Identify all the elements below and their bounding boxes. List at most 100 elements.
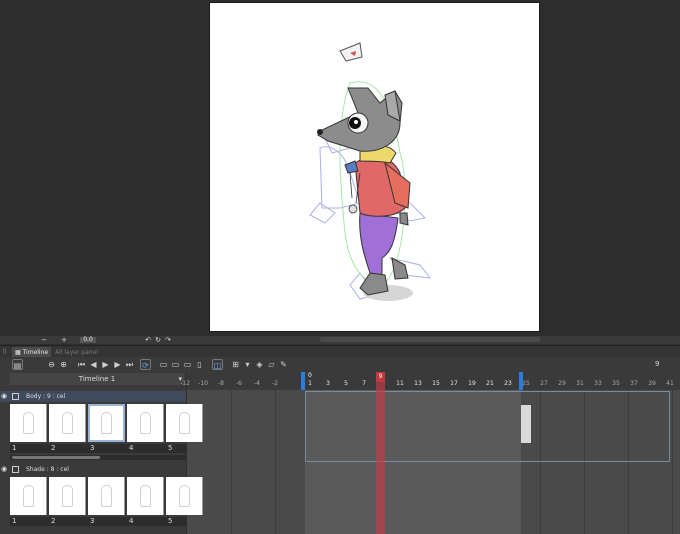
thumbnail-frame[interactable] — [166, 404, 203, 442]
onion-skin-icon[interactable]: ◫ — [212, 359, 223, 370]
clear-cel-icon[interactable]: ▯ — [194, 359, 205, 370]
ruler-tick-label: 35 — [612, 380, 620, 387]
thumbnail-number: 4 — [129, 517, 134, 525]
thumbnail-frame[interactable] — [49, 477, 86, 515]
next-frame-icon[interactable]: ▶ — [112, 359, 123, 370]
prev-frame-icon[interactable]: ◀ — [88, 359, 99, 370]
rotate-left-icon[interactable]: ↶ — [144, 336, 152, 344]
thumbnail-frame[interactable] — [88, 477, 125, 515]
thumbnail-frame[interactable] — [10, 477, 47, 515]
timeline-menu-icon[interactable]: ▤ — [12, 359, 23, 370]
layer-folder-icon — [12, 466, 19, 473]
visibility-eye-icon[interactable]: ◉ — [1, 391, 9, 402]
timeline-name: Timeline 1 — [78, 375, 116, 383]
character-sketch-icon — [101, 485, 112, 507]
ruler-tick-label: -10 — [198, 380, 208, 387]
thumbnail-strip-shade[interactable] — [10, 477, 203, 517]
ruler-tick-label: 15 — [432, 380, 440, 387]
ruler-tick-label: 11 — [396, 380, 404, 387]
start-frame-label: 0 — [308, 372, 312, 379]
range-start-marker[interactable] — [301, 372, 305, 390]
last-frame-icon[interactable]: ⏭ — [124, 359, 135, 370]
drawing-canvas[interactable] — [209, 2, 540, 332]
timeline-selector[interactable]: Timeline 1 ▾ — [10, 373, 184, 385]
current-frame-display: 9 — [655, 360, 660, 368]
ruler-tick-label: 25 — [522, 380, 530, 387]
range-end-marker[interactable] — [519, 372, 523, 390]
visibility-eye-icon[interactable]: ◉ — [1, 464, 9, 475]
ruler-tick-label: 39 — [648, 380, 656, 387]
assign-cel-icon[interactable]: ▭ — [182, 359, 193, 370]
character-sketch-icon — [62, 412, 73, 434]
ruler-tick-label: 13 — [414, 380, 422, 387]
gridline — [672, 390, 673, 534]
zoom-plus-button[interactable]: + — [60, 336, 68, 344]
character-sketch-icon — [23, 412, 34, 434]
first-frame-icon[interactable]: ⏮ — [76, 359, 87, 370]
thumbnail-number: 1 — [12, 444, 17, 452]
rotate-right-icon[interactable]: ↷ — [164, 336, 172, 344]
thumbnail-frame[interactable] — [88, 404, 125, 442]
ruler-tick-label: 29 — [558, 380, 566, 387]
light-table-icon[interactable]: ⊞ — [230, 359, 241, 370]
ruler-tick-label: 31 — [576, 380, 584, 387]
keyframe-icon[interactable]: ◈ — [254, 359, 265, 370]
panel-tab-bar: ▦ Timeline All layer panel ⠿ — [0, 345, 680, 358]
pen-icon[interactable]: ✎ — [278, 359, 289, 370]
playhead[interactable] — [376, 372, 385, 534]
timeline-tab-icon: ▦ — [15, 349, 23, 356]
track-header-body[interactable]: ◉ Body : 9 : cel — [0, 391, 186, 402]
track-name: Body : 9 : cel — [26, 393, 66, 400]
thumbnail-frame[interactable] — [10, 404, 47, 442]
ruler-tick-label: 7 — [362, 380, 366, 387]
play-icon[interactable]: ▶ — [100, 359, 111, 370]
thumbnail-number: 3 — [90, 517, 95, 525]
character-sketch-icon — [179, 485, 190, 507]
thumbnail-number: 2 — [51, 444, 56, 452]
track-header-shade[interactable]: ◉ Shade : 8 : cel — [0, 464, 186, 475]
canvas-area[interactable] — [0, 0, 680, 338]
playhead-frame-label[interactable]: 9 — [376, 372, 385, 382]
thumbnail-frame[interactable] — [166, 477, 203, 515]
zoom-minus-button[interactable]: − — [40, 336, 48, 344]
thumbnail-strip-body[interactable] — [10, 404, 203, 444]
selection-outline — [305, 391, 670, 462]
ruler-tick-label: 1 — [308, 380, 312, 387]
shape-icon[interactable]: ▱ — [266, 359, 277, 370]
ruler-tick-label: -12 — [180, 380, 190, 387]
new-cel2-icon[interactable]: ▭ — [170, 359, 181, 370]
thumbnail-number: 3 — [90, 444, 95, 452]
thumbnail-frame[interactable] — [49, 404, 86, 442]
ruler-tick-label: 33 — [594, 380, 602, 387]
loop-icon[interactable]: ⟳ — [140, 359, 151, 370]
ruler-tick-label: 17 — [450, 380, 458, 387]
zoom-in-icon[interactable]: ⊕ — [58, 359, 69, 370]
thumbnail-numbers-body: 1 2 3 4 5 — [10, 444, 186, 453]
track-name: Shade : 8 : cel — [26, 466, 69, 473]
character-sketch-icon — [62, 485, 73, 507]
zoom-value[interactable]: 0.0 — [80, 337, 96, 343]
rotate-reset-icon[interactable]: ↻ — [154, 336, 162, 344]
zoom-out-icon[interactable]: ⊖ — [46, 359, 57, 370]
character-sketch-icon — [101, 412, 112, 434]
thumbnail-frame[interactable] — [127, 477, 164, 515]
ruler-tick-label: 3 — [326, 380, 330, 387]
new-cel-icon[interactable]: ▭ — [158, 359, 169, 370]
thumbnail-number: 4 — [129, 444, 134, 452]
character-sketch-icon — [140, 412, 151, 434]
ruler-tick-label: 19 — [468, 380, 476, 387]
ruler-tick-label: -6 — [236, 380, 242, 387]
canvas-horizontal-scrollbar[interactable] — [320, 337, 540, 342]
dropdown-chevron-icon[interactable]: ▾ — [242, 359, 253, 370]
thumbnail-number: 2 — [51, 517, 56, 525]
grip-icon[interactable]: ⠿ — [2, 348, 7, 356]
character-illustration — [309, 42, 432, 301]
ruler-tick-label: 5 — [344, 380, 348, 387]
ruler-tick-label: 27 — [540, 380, 548, 387]
character-sketch-icon — [140, 485, 151, 507]
character-sketch-icon — [179, 412, 190, 434]
ruler-tick-label: 41 — [666, 380, 674, 387]
tab-all-layer-label: All layer panel — [55, 349, 98, 356]
track-scrollbar-body[interactable] — [10, 455, 186, 460]
thumbnail-frame[interactable] — [127, 404, 164, 442]
